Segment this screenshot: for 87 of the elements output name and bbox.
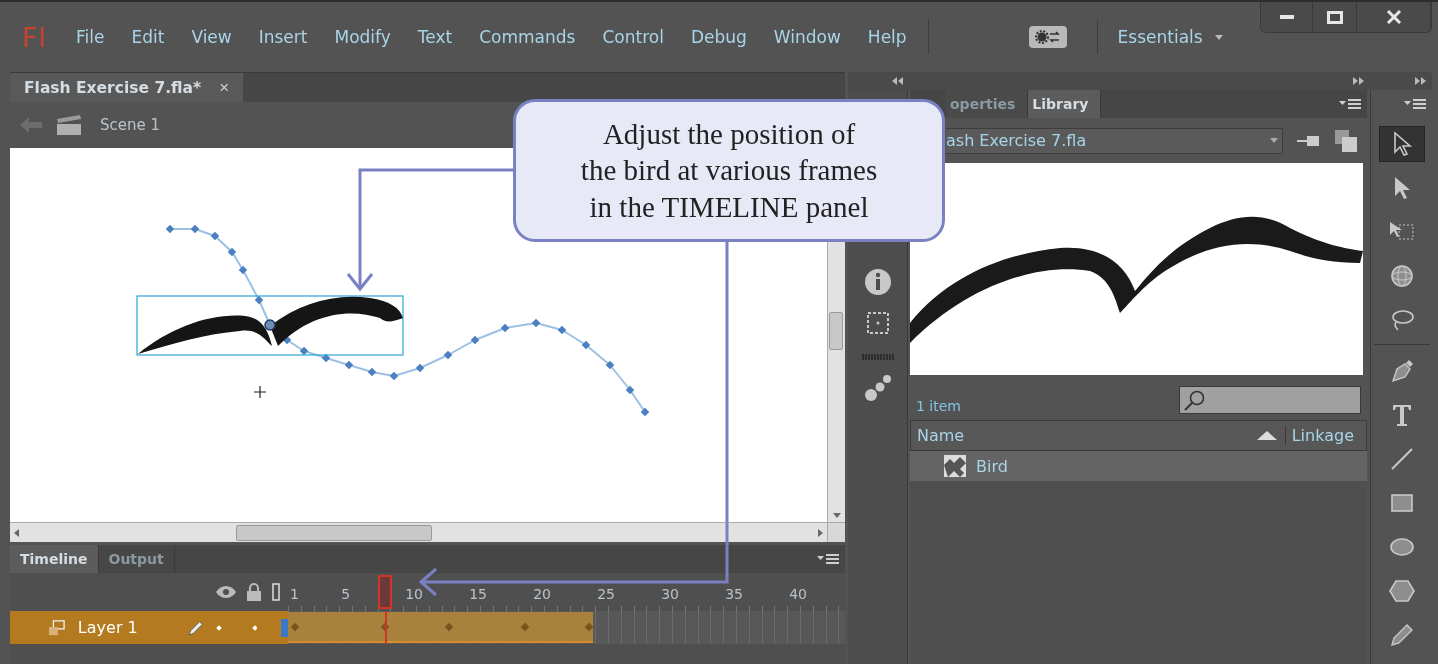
column-header[interactable]: Name Linkage bbox=[910, 420, 1367, 451]
eye-icon[interactable] bbox=[216, 586, 236, 598]
column-label[interactable]: Name bbox=[917, 426, 965, 445]
frame-grid[interactable] bbox=[288, 611, 845, 644]
layer-row[interactable]: Layer 1 bbox=[10, 611, 288, 644]
menu-item[interactable]: Debug bbox=[690, 27, 747, 47]
scroll-right-icon[interactable] bbox=[818, 528, 823, 537]
menu-item[interactable]: Modify bbox=[334, 27, 391, 47]
menu-item[interactable]: Control bbox=[602, 27, 664, 47]
dropdown-caret-icon[interactable] bbox=[1270, 138, 1278, 143]
registration-point bbox=[264, 319, 276, 331]
sort-icon[interactable] bbox=[1256, 431, 1277, 440]
panel-grip[interactable] bbox=[861, 354, 894, 360]
motion-presets-icon[interactable] bbox=[863, 374, 892, 402]
document-tab[interactable]: Flash Exercise 7.fla* × bbox=[10, 73, 244, 102]
search-field[interactable] bbox=[1179, 386, 1361, 414]
outline-icon[interactable] bbox=[272, 583, 280, 601]
callout: Adjust the position of the bird at various frames in the TIMELINE panel bbox=[513, 99, 945, 242]
tool-button[interactable] bbox=[1378, 126, 1425, 162]
close-tab-button[interactable]: × bbox=[219, 77, 230, 98]
scroll-left-icon[interactable] bbox=[14, 528, 19, 537]
close-icon bbox=[1385, 10, 1402, 24]
collapse-left-icon[interactable] bbox=[892, 77, 904, 85]
scrollbar-corner bbox=[827, 522, 845, 542]
collapse-right-icon[interactable] bbox=[1414, 77, 1426, 85]
frame-number: 1 bbox=[290, 586, 299, 602]
frame-number: 40 bbox=[789, 586, 807, 602]
new-window-icon[interactable] bbox=[1335, 129, 1357, 152]
menu-item[interactable]: Window bbox=[773, 27, 841, 47]
item-count: 1 item bbox=[916, 398, 961, 414]
library-item[interactable]: Bird bbox=[910, 451, 1367, 481]
layer-name: Layer 1 bbox=[77, 618, 139, 637]
scrollbar-thumb[interactable] bbox=[235, 524, 432, 541]
menu-item[interactable]: Insert bbox=[258, 27, 308, 47]
frame-number: 20 bbox=[533, 586, 551, 602]
minimize-button[interactable] bbox=[1261, 2, 1313, 32]
info-icon[interactable] bbox=[863, 268, 892, 296]
panel-menu-icon[interactable] bbox=[817, 553, 839, 565]
menu-item[interactable]: View bbox=[191, 27, 232, 47]
panel-tab[interactable]: Library bbox=[1028, 90, 1102, 118]
menu-item[interactable]: Commands bbox=[479, 27, 576, 47]
horizontal-scrollbar[interactable] bbox=[10, 522, 827, 542]
collapse-right-icon[interactable] bbox=[1352, 77, 1364, 85]
layer-color-swatch[interactable] bbox=[280, 618, 288, 637]
maximize-icon bbox=[1326, 10, 1343, 24]
sync-settings-button[interactable] bbox=[1028, 26, 1067, 48]
sphere-icon bbox=[1388, 263, 1415, 289]
frame-number: 35 bbox=[725, 586, 743, 602]
frame-number: 30 bbox=[661, 586, 679, 602]
panel-menu-icon[interactable] bbox=[1404, 98, 1426, 110]
frame-number: 5 bbox=[341, 586, 351, 602]
crosshair-icon bbox=[253, 385, 267, 399]
transform-icon[interactable] bbox=[864, 310, 891, 336]
frame-number: 10 bbox=[405, 586, 423, 602]
menu-item[interactable]: Edit bbox=[131, 27, 165, 47]
search-icon bbox=[1184, 389, 1206, 411]
motion-path[interactable] bbox=[165, 224, 650, 417]
clapperboard-icon bbox=[56, 114, 82, 136]
frame-number: 15 bbox=[469, 586, 487, 602]
menu-item[interactable]: Text bbox=[417, 27, 453, 47]
menu-item[interactable]: File bbox=[76, 27, 105, 47]
minimize-icon bbox=[1279, 15, 1294, 19]
panel-menu-icon[interactable] bbox=[1339, 98, 1361, 110]
pencil-icon bbox=[188, 618, 205, 637]
lock-icon[interactable] bbox=[246, 583, 262, 601]
menu-item[interactable]: Help bbox=[867, 27, 907, 47]
vertical-scrollbar[interactable] bbox=[827, 242, 845, 522]
document-dropdown[interactable]: ash Exercise 7.fla bbox=[946, 127, 1283, 154]
panel-tab[interactable]: Timeline bbox=[10, 545, 99, 573]
maximize-button[interactable] bbox=[1313, 2, 1357, 32]
frame-number: 25 bbox=[597, 586, 615, 602]
hexagon-icon bbox=[1388, 578, 1415, 604]
scene-label: Scene 1 bbox=[100, 116, 161, 134]
scroll-down-icon[interactable] bbox=[832, 513, 841, 518]
gear-icon bbox=[1034, 30, 1061, 44]
layer-icon bbox=[48, 618, 66, 637]
scrollbar-thumb[interactable] bbox=[829, 312, 843, 350]
pencil-icon bbox=[1388, 622, 1415, 648]
symbol-icon bbox=[944, 455, 966, 477]
panel-tab[interactable]: operties bbox=[946, 90, 1029, 118]
app-logo: Fl bbox=[21, 21, 49, 53]
workspace-switcher[interactable]: Essentials bbox=[1117, 27, 1223, 47]
playhead-line bbox=[385, 611, 387, 644]
caret-icon bbox=[1214, 34, 1223, 40]
column-label[interactable]: Linkage bbox=[1284, 426, 1354, 445]
close-button[interactable] bbox=[1357, 2, 1431, 32]
pin-icon[interactable] bbox=[1297, 133, 1321, 148]
